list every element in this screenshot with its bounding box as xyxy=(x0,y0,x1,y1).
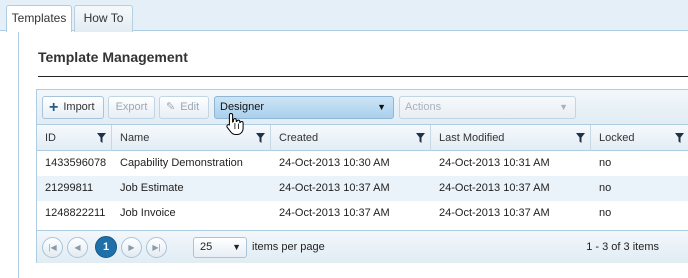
cell-created: 24-Oct-2013 10:30 AM xyxy=(279,157,390,169)
title-divider xyxy=(38,76,688,77)
filter-icon[interactable] xyxy=(256,133,265,143)
cell-id: 1248822211 xyxy=(45,207,106,219)
templates-grid: + Import Export ✎ Edit Designer ▼ Action… xyxy=(36,89,688,263)
cell-name: Job Estimate xyxy=(120,182,184,194)
import-label: Import xyxy=(63,101,95,113)
grid-header: ID Name Created Last Modified Locked xyxy=(37,125,688,151)
next-page-icon[interactable]: ▶ xyxy=(121,237,142,258)
cell-id: 21299811 xyxy=(45,182,94,194)
plus-icon: + xyxy=(49,98,59,116)
pencil-icon: ✎ xyxy=(166,101,176,113)
cell-created: 24-Oct-2013 10:37 AM xyxy=(279,182,390,194)
table-row[interactable]: 21299811 Job Estimate 24-Oct-2013 10:37 … xyxy=(37,176,688,201)
table-row[interactable]: 1433596078 Capability Demonstration 24-O… xyxy=(37,151,688,176)
edit-label: Edit xyxy=(180,101,200,113)
tab-templates[interactable]: Templates xyxy=(6,5,72,32)
cell-id: 1433596078 xyxy=(45,157,107,169)
current-page-button[interactable]: 1 xyxy=(95,236,117,258)
actions-dropdown-placeholder: Actions xyxy=(405,101,442,113)
previous-page-icon[interactable]: ◀ xyxy=(67,237,88,258)
tab-strip: Templates How To xyxy=(0,0,688,32)
tab-how-to[interactable]: How To xyxy=(74,5,133,32)
cell-name: Capability Demonstration xyxy=(120,157,243,169)
chevron-down-icon: ▼ xyxy=(377,102,386,112)
column-header-label: Created xyxy=(279,132,319,144)
page-size-value: 25 xyxy=(200,241,213,253)
page-title: Template Management xyxy=(38,49,188,65)
column-header-id[interactable]: ID xyxy=(37,125,112,151)
filter-icon[interactable] xyxy=(416,133,425,143)
export-label: Export xyxy=(115,101,148,113)
filter-icon[interactable] xyxy=(576,133,585,143)
cell-locked: no xyxy=(599,157,612,169)
chevron-down-icon: ▼ xyxy=(559,102,568,112)
column-header-label: Locked xyxy=(599,132,635,144)
page-size-select[interactable]: 25 ▼ xyxy=(193,237,247,258)
edit-button[interactable]: ✎ Edit xyxy=(159,96,209,119)
cell-last-modified: 24-Oct-2013 10:37 AM xyxy=(439,182,550,194)
cell-created: 24-Oct-2013 10:37 AM xyxy=(279,207,390,219)
page-size-label: items per page xyxy=(252,241,325,253)
grid-pager: |◀ ◀ 1 ▶ ▶| 25 ▼ items per page 1 - 3 of… xyxy=(37,230,688,263)
import-button[interactable]: + Import xyxy=(42,96,104,119)
column-header-label: Name xyxy=(120,132,150,144)
column-header-last-modified[interactable]: Last Modified xyxy=(431,125,591,151)
column-header-name[interactable]: Name xyxy=(112,125,271,151)
chevron-down-icon: ▼ xyxy=(232,242,241,252)
column-header-label: Last Modified xyxy=(439,132,505,144)
cell-locked: no xyxy=(599,207,612,219)
cell-locked: no xyxy=(599,182,612,194)
last-page-icon[interactable]: ▶| xyxy=(146,237,167,258)
filter-icon[interactable] xyxy=(675,133,684,143)
column-header-locked[interactable]: Locked xyxy=(591,125,688,151)
cell-last-modified: 24-Oct-2013 10:37 AM xyxy=(439,207,550,219)
table-row[interactable]: 1248822211 Job Invoice 24-Oct-2013 10:37… xyxy=(37,201,688,226)
filter-icon[interactable] xyxy=(97,133,106,143)
column-header-label: ID xyxy=(45,132,56,144)
hand-pointer-cursor-icon xyxy=(226,112,244,135)
actions-dropdown[interactable]: Actions ▼ xyxy=(399,96,576,119)
column-header-created[interactable]: Created xyxy=(271,125,431,151)
export-button[interactable]: Export xyxy=(108,96,155,119)
grid-toolbar: + Import Export ✎ Edit Designer ▼ Action… xyxy=(37,90,688,125)
pager-info: 1 - 3 of 3 items xyxy=(586,241,659,253)
cell-name: Job Invoice xyxy=(120,207,176,219)
first-page-icon[interactable]: |◀ xyxy=(42,237,63,258)
cell-last-modified: 24-Oct-2013 10:31 AM xyxy=(439,157,550,169)
